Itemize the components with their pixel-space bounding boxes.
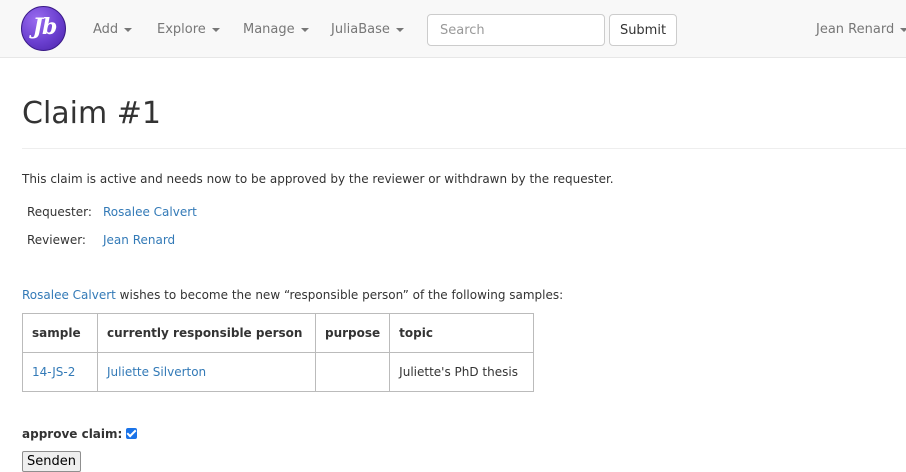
- sample-link[interactable]: 14-JS-2: [32, 365, 75, 379]
- sample-cell: 14-JS-2: [22, 352, 98, 392]
- user-name-label: Jean Renard: [816, 22, 895, 37]
- caret-down-icon: [900, 27, 906, 32]
- person-cell: Juliette Silverton: [97, 352, 316, 392]
- caret-down-icon: [124, 27, 133, 32]
- reviewer-row: Reviewer: Jean Renard: [27, 233, 175, 247]
- nav-explore-dropdown[interactable]: Explore: [157, 22, 220, 37]
- column-header-purpose: purpose: [314, 313, 391, 353]
- requester-link[interactable]: Rosalee Calvert: [103, 205, 197, 219]
- send-button[interactable]: Senden: [22, 451, 81, 472]
- navbar: Jb Add Explore Manage JuliaBase Submit J…: [0, 0, 906, 58]
- search-submit-button[interactable]: Submit: [609, 14, 677, 46]
- caret-down-icon: [211, 27, 220, 32]
- samples-table: sample currently responsible person purp…: [22, 313, 535, 392]
- purpose-cell: [314, 352, 391, 392]
- column-header-responsible-person: currently responsible person: [97, 313, 316, 353]
- claimant-link[interactable]: Rosalee Calvert: [22, 288, 116, 302]
- logo-text: Jb: [32, 14, 58, 40]
- reviewer-label: Reviewer:: [27, 233, 86, 247]
- responsible-person-link[interactable]: Juliette Silverton: [107, 365, 206, 379]
- claim-status-text: This claim is active and needs now to be…: [22, 172, 614, 186]
- caret-down-icon: [300, 27, 309, 32]
- claim-description: Rosalee Calvert wishes to become the new…: [22, 288, 563, 302]
- table-row: 14-JS-2 Juliette Silverton Juliette's Ph…: [22, 352, 535, 392]
- approve-claim-label: approve claim:: [22, 427, 123, 441]
- approve-claim-row: approve claim:: [22, 427, 138, 441]
- page-title: Claim #1: [22, 96, 161, 131]
- requester-label: Requester:: [27, 205, 92, 219]
- nav-explore-label: Explore: [157, 22, 206, 37]
- claim-description-text: wishes to become the new “responsible pe…: [115, 288, 564, 302]
- nav-add-dropdown[interactable]: Add: [93, 22, 133, 37]
- nav-juliabase-label: JuliaBase: [331, 22, 390, 37]
- nav-add-label: Add: [93, 22, 119, 37]
- nav-manage-label: Manage: [243, 22, 295, 37]
- title-divider: [22, 148, 906, 149]
- nav-manage-dropdown[interactable]: Manage: [243, 22, 309, 37]
- column-header-topic: topic: [389, 313, 535, 353]
- nav-juliabase-dropdown[interactable]: JuliaBase: [331, 22, 404, 37]
- table-header-row: sample currently responsible person purp…: [22, 313, 535, 353]
- juliabase-logo[interactable]: Jb: [21, 6, 66, 51]
- reviewer-link[interactable]: Jean Renard: [103, 233, 175, 247]
- requester-row: Requester: Rosalee Calvert: [27, 205, 197, 219]
- approve-claim-checkbox[interactable]: [126, 428, 138, 439]
- topic-cell: Juliette's PhD thesis: [389, 352, 535, 392]
- column-header-sample: sample: [22, 313, 98, 353]
- user-menu-dropdown[interactable]: Jean Renard: [816, 22, 906, 37]
- caret-down-icon: [395, 27, 404, 32]
- search-input[interactable]: [427, 14, 605, 46]
